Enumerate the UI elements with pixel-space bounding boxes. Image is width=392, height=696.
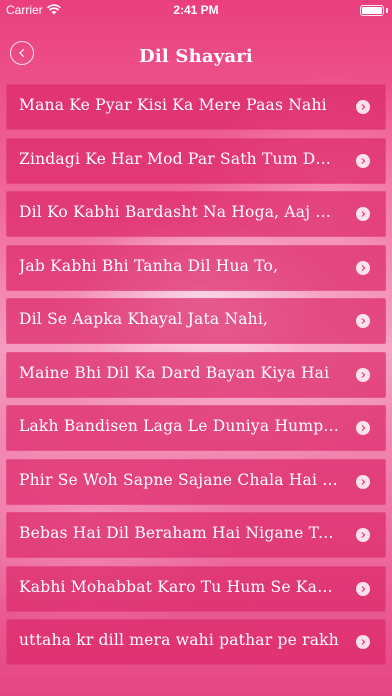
- list-item[interactable]: Jab Kabhi Bhi Tanha Dil Hua To,: [6, 244, 386, 291]
- chevron-right-icon: [356, 635, 370, 649]
- page-title: Dil Shayari: [139, 46, 253, 67]
- shayari-list: Mana Ke Pyar Kisi Ka Mere Paas Nahi Zind…: [6, 84, 386, 673]
- navigation-bar: Dil Shayari: [0, 38, 392, 78]
- list-item-label: Mana Ke Pyar Kisi Ka Mere Paas Nahi: [19, 96, 327, 114]
- list-item-label: Kabhi Mohabbat Karo Tu Hum Se Karna: [19, 577, 339, 596]
- status-bar: Carrier 2:41 PM: [0, 0, 392, 22]
- chevron-right-icon: [356, 421, 370, 435]
- list-item-label: Maine Bhi Dil Ka Dard Bayan Kiya Hai: [19, 363, 330, 382]
- list-item-label: uttaha kr dill mera wahi pathar pe rakh: [19, 631, 339, 649]
- list-item[interactable]: Phir Se Woh Sapne Sajane Chala Hai Dil: [6, 458, 386, 505]
- list-item[interactable]: Dil Se Aapka Khayal Jata Nahi,: [6, 298, 386, 344]
- list-item-label: Dil Ko Kabhi Bardasht Na Hoga, Aaj Bhi: [19, 203, 339, 221]
- list-item-label: Bebas Hai Dil Beraham Hai Nigane Teri: [19, 524, 339, 542]
- list-item[interactable]: uttaha kr dill mera wahi pathar pe rakh: [6, 619, 386, 665]
- chevron-right-icon: [356, 100, 370, 114]
- battery-icon: [360, 5, 384, 16]
- chevron-right-icon: [356, 528, 370, 542]
- list-item-label: Jab Kabhi Bhi Tanha Dil Hua To,: [19, 256, 279, 275]
- clock-time: 2:41 PM: [173, 3, 219, 17]
- chevron-right-icon: [356, 581, 370, 596]
- chevron-right-icon: [356, 260, 370, 275]
- list-item[interactable]: Dil Ko Kabhi Bardasht Na Hoga, Aaj Bhi: [6, 191, 386, 237]
- chevron-right-icon: [356, 367, 370, 382]
- list-item[interactable]: Zindagi Ke Har Mod Par Sath Tum Dena: [6, 137, 386, 184]
- list-item[interactable]: Kabhi Mohabbat Karo Tu Hum Se Karna: [6, 565, 386, 612]
- battery-tip: [386, 8, 388, 13]
- list-item-label: Lakh Bandisen Laga Le Duniya Humpar: [19, 417, 339, 435]
- list-item-label: Zindagi Ke Har Mod Par Sath Tum Dena: [19, 149, 339, 168]
- chevron-right-icon: [356, 314, 370, 328]
- list-item[interactable]: Lakh Bandisen Laga Le Duniya Humpar: [6, 405, 386, 451]
- chevron-right-icon: [356, 474, 370, 489]
- chevron-right-icon: [356, 207, 370, 221]
- chevron-right-icon: [356, 153, 370, 168]
- list-item[interactable]: Bebas Hai Dil Beraham Hai Nigane Teri: [6, 512, 386, 558]
- list-item-label: Phir Se Woh Sapne Sajane Chala Hai Dil: [19, 470, 339, 489]
- list-item-label: Dil Se Aapka Khayal Jata Nahi,: [19, 310, 269, 328]
- list-item[interactable]: Maine Bhi Dil Ka Dard Bayan Kiya Hai: [6, 351, 386, 398]
- list-item[interactable]: Mana Ke Pyar Kisi Ka Mere Paas Nahi: [6, 84, 386, 130]
